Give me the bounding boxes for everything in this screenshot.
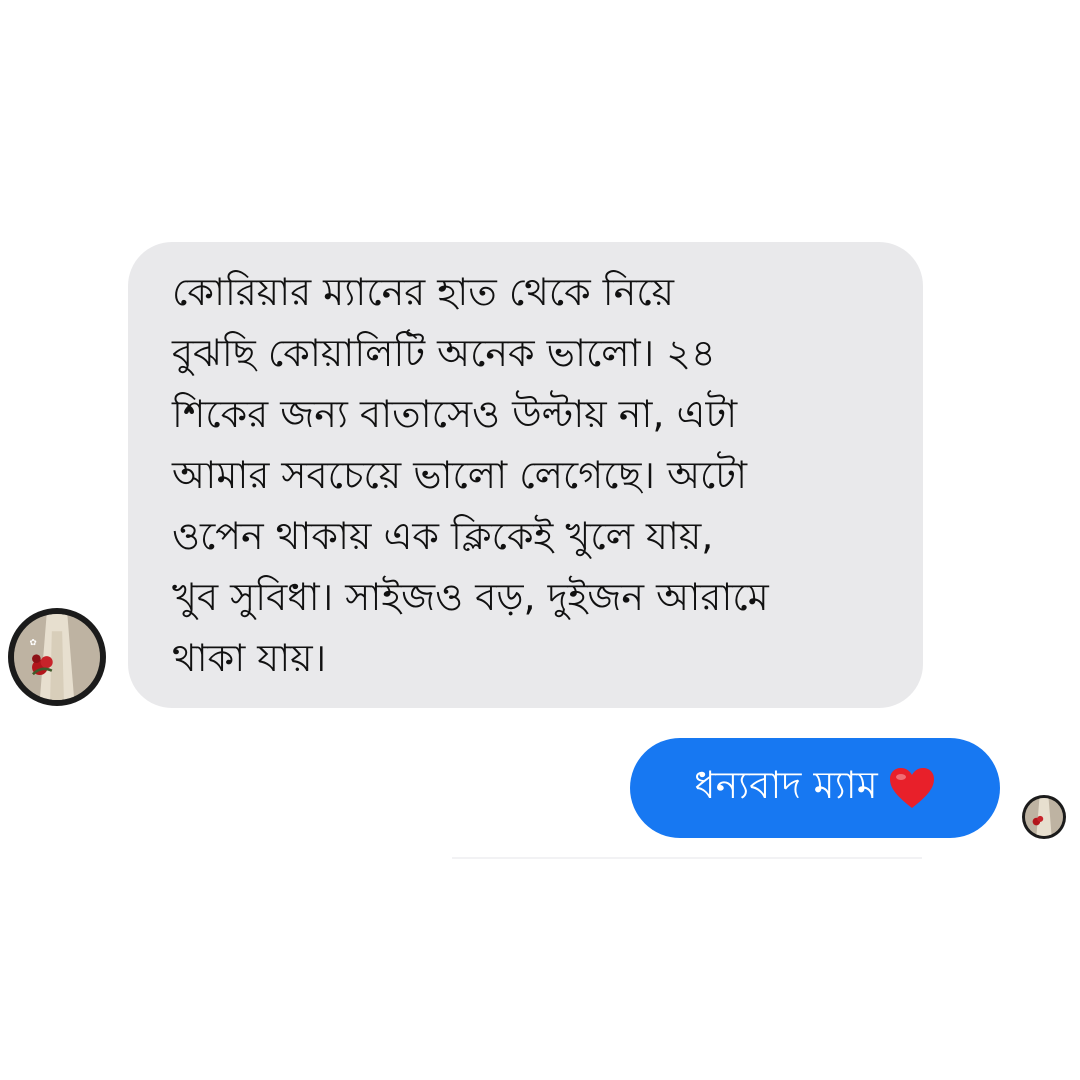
svg-text:✿: ✿ bbox=[29, 638, 36, 648]
message-line: ওপেন থাকায় এক ক্লিকেই খুলে যায়, bbox=[172, 514, 714, 558]
outgoing-message-text: ধন্যবাদ ম্যাম bbox=[694, 763, 878, 807]
avatar-photo: ✿ bbox=[14, 614, 100, 700]
heart-icon bbox=[888, 766, 936, 810]
sender-avatar[interactable]: ✿ bbox=[8, 608, 106, 706]
avatar-photo bbox=[1025, 798, 1063, 836]
read-receipt-avatar bbox=[1022, 795, 1066, 839]
message-line: থাকা যায়। bbox=[172, 636, 327, 680]
incoming-message-bubble[interactable]: কোরিয়ার ম্যানের হাত থেকে নিয়ে বুঝছি কো… bbox=[128, 242, 923, 708]
outgoing-message-bubble[interactable]: ধন্যবাদ ম্যাম bbox=[630, 738, 1000, 838]
message-line: খুব সুবিধা। সাইজও বড়, দুইজন আরামে bbox=[172, 575, 769, 619]
message-line: আমার সবচেয়ে ভালো লেগেছে। অটো bbox=[172, 453, 747, 497]
message-line: বুঝছি কোয়ালিটি অনেক ভালো। ২৪ bbox=[172, 331, 716, 375]
chat-thread: ✿ কোরিয়ার ম্যানের হাত থেকে নিয়ে বুঝছি … bbox=[0, 0, 1080, 1080]
message-line: কোরিয়ার ম্যানের হাত থেকে নিয়ে bbox=[172, 270, 674, 314]
divider bbox=[452, 857, 922, 859]
message-line: শিকের জন্য বাতাসেও উল্টায় না, এটা bbox=[172, 392, 738, 436]
